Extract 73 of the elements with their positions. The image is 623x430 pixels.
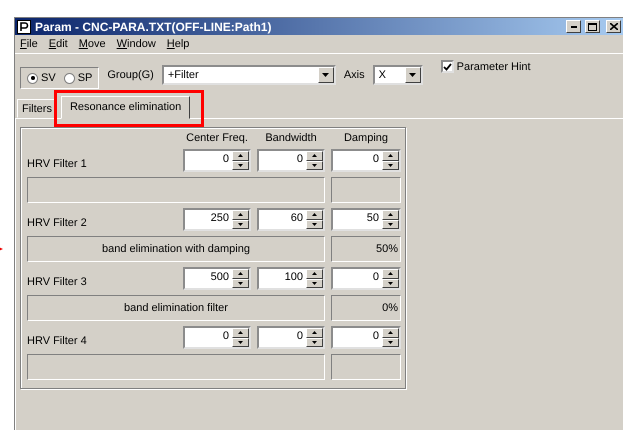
filter-label: HRV Filter 1 bbox=[27, 156, 88, 170]
parameter-hint-checkbox[interactable]: Parameter Hint bbox=[440, 60, 531, 73]
down-arrow-icon bbox=[238, 282, 243, 285]
filter-label: HRV Filter 3 bbox=[27, 274, 88, 288]
down-arrow-icon bbox=[238, 164, 243, 167]
up-arrow-icon bbox=[238, 272, 243, 276]
down-arrow-icon bbox=[312, 164, 317, 167]
spin-field[interactable]: 0 bbox=[183, 326, 251, 349]
filter-label: HRV Filter 4 bbox=[27, 334, 88, 346]
menu-item[interactable]: Move bbox=[76, 38, 112, 50]
window-title: Param - CNC-PARA.TXT(OFF-LINE:Path1) bbox=[35, 20, 272, 34]
up-arrow-icon bbox=[312, 272, 317, 276]
column-header: Bandwidth bbox=[264, 132, 318, 144]
radio-button[interactable]: SV bbox=[27, 72, 56, 84]
up-arrow-icon bbox=[388, 154, 393, 158]
down-arrow-icon bbox=[388, 282, 393, 285]
axis-dropdown[interactable]: X bbox=[372, 65, 423, 85]
filter-label: HRV Filter 2 bbox=[27, 216, 88, 228]
down-arrow-icon bbox=[312, 222, 317, 226]
up-arrow-icon bbox=[388, 331, 393, 334]
dropdown-arrow-icon bbox=[409, 73, 416, 77]
down-arrow-icon bbox=[238, 222, 243, 226]
up-arrow-icon bbox=[388, 272, 393, 276]
damping-percent-field bbox=[331, 354, 401, 380]
dropdown-arrow-icon bbox=[322, 73, 330, 77]
menu-item[interactable]: Edit bbox=[46, 38, 74, 50]
maximize-button[interactable] bbox=[585, 20, 600, 33]
up-arrow-icon bbox=[388, 213, 393, 216]
menu-item[interactable]: Window bbox=[114, 38, 162, 50]
up-arrow-icon bbox=[238, 331, 243, 334]
damping-percent-field bbox=[331, 177, 401, 203]
tab[interactable]: Filters bbox=[17, 99, 57, 118]
column-header: Center Freq. bbox=[185, 132, 249, 144]
app-icon bbox=[17, 20, 31, 34]
damping-percent-field: 0% bbox=[331, 295, 401, 321]
spin-field[interactable]: 0 bbox=[331, 326, 401, 349]
menu-item[interactable]: File bbox=[17, 38, 44, 50]
down-arrow-icon bbox=[312, 340, 317, 344]
spin-field[interactable]: 0 bbox=[257, 149, 325, 172]
spin-field[interactable]: 100 bbox=[257, 267, 325, 290]
spin-field[interactable]: 0 bbox=[331, 267, 401, 290]
up-arrow-icon bbox=[238, 154, 243, 158]
group-label: Group(G) bbox=[107, 69, 154, 81]
up-arrow-icon bbox=[312, 154, 317, 158]
down-arrow-icon bbox=[388, 340, 393, 344]
menu-item[interactable]: Help bbox=[164, 38, 196, 50]
minimize-icon bbox=[570, 26, 576, 28]
up-arrow-icon bbox=[312, 331, 317, 334]
spin-field[interactable]: 250 bbox=[183, 208, 251, 231]
spin-field[interactable]: 60 bbox=[257, 208, 325, 231]
close-button[interactable] bbox=[606, 20, 621, 33]
spin-field[interactable]: 0 bbox=[331, 149, 401, 172]
column-header: Damping bbox=[342, 132, 390, 144]
spin-field[interactable]: 500 bbox=[183, 267, 251, 290]
description-field: band elimination filter bbox=[27, 295, 325, 321]
check-icon bbox=[442, 62, 452, 70]
tab[interactable]: Resonance elimination bbox=[60, 96, 190, 119]
radio-button[interactable]: SP bbox=[64, 72, 92, 84]
up-arrow-icon bbox=[238, 213, 243, 216]
down-arrow-icon bbox=[388, 164, 393, 167]
spin-field[interactable]: 0 bbox=[183, 149, 251, 172]
up-arrow-icon bbox=[312, 213, 317, 216]
group-dropdown[interactable]: +Filter bbox=[162, 65, 336, 85]
damping-percent-field: 50% bbox=[331, 236, 401, 262]
close-icon bbox=[610, 23, 618, 30]
maximize-icon bbox=[588, 22, 597, 30]
minimize-button[interactable] bbox=[566, 20, 581, 33]
spin-field[interactable]: 0 bbox=[257, 326, 325, 349]
axis-label: Axis bbox=[344, 69, 365, 81]
down-arrow-icon bbox=[238, 340, 243, 344]
down-arrow-icon bbox=[312, 282, 317, 285]
down-arrow-icon bbox=[388, 222, 393, 226]
spin-field[interactable]: 50 bbox=[331, 208, 401, 231]
